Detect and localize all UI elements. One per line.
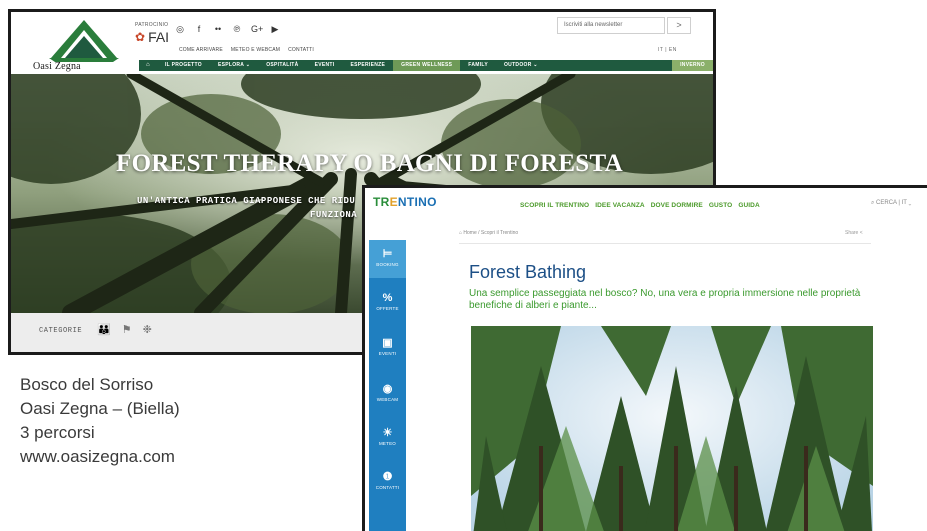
page-subtitle: Una semplice passeggiata nel bosco? No, … (469, 288, 861, 311)
trentino-logo-part2: E (389, 195, 398, 209)
bed-icon: ⊨ (382, 248, 393, 260)
trentino-screenshot: TRENTINO SCOPRI IL TRENTINO IDEE VACANZA… (362, 185, 927, 531)
patrocinio-label: PATROCINIO (135, 22, 169, 28)
caption-place: Bosco del Sorriso (20, 375, 154, 394)
youtube-icon[interactable]: ▶ (270, 24, 280, 35)
instagram-icon[interactable]: ◎ (175, 24, 185, 35)
hero-subtitle-line1: UN'ANTICA PRATICA GIAPPONESE CHE RIDU (137, 196, 356, 206)
slide-canvas: Oasi Zegna PATROCINIO ✿ FAI ◎ f •• ℗ G+ … (0, 0, 927, 531)
runner-icon[interactable]: ⚑ (122, 323, 132, 336)
weather-icon: ☀ (382, 427, 393, 439)
trentino-sidebar: ⊨ BOOKING % OFFERTE ▣ EVENTI ◉ WEBCAM ☀ … (369, 240, 406, 531)
google-plus-icon[interactable]: G+ (251, 24, 263, 35)
sidebar-label-meteo: METEO (378, 441, 396, 446)
snowflake-icon[interactable]: ❉ (143, 323, 152, 336)
fai-badge[interactable]: ✿ FAI (135, 29, 169, 45)
sidebar-item-eventi[interactable]: ▣ EVENTI (369, 337, 406, 356)
top-links: COME ARRIVARE METEO E WEBCAM CONTATTI (179, 47, 314, 53)
trentino-logo-part3: NTINO (397, 195, 437, 209)
link-contatti[interactable]: CONTATTI (288, 47, 314, 53)
trentino-main-nav: SCOPRI IL TRENTINO IDEE VACANZA DOVE DOR… (520, 202, 760, 209)
sidebar-item-meteo[interactable]: ☀ METEO (369, 427, 406, 446)
hero-subtitle-line2: FUNZIONA D (310, 210, 370, 220)
nav-gusto[interactable]: GUSTO (709, 202, 733, 209)
nav-ospitalita[interactable]: OSPITALITÀ (258, 60, 306, 71)
trentino-logo[interactable]: TRENTINO (373, 195, 437, 209)
nav-green-wellness[interactable]: GREEN WELLNESS (393, 60, 461, 71)
calendar-icon: ▣ (382, 337, 393, 349)
sidebar-label-booking: BOOKING (376, 262, 399, 267)
tree-canopy-image (471, 326, 873, 531)
categorie-label: CATEGORIE (39, 327, 83, 335)
nav-outdoor[interactable]: OUTDOOR ⌄ (496, 60, 546, 71)
nav-family[interactable]: FAMILY (460, 60, 496, 71)
location-caption: Bosco del Sorriso Oasi Zegna – (Biella) … (20, 373, 180, 469)
sidebar-label-webcam: WEBCAM (376, 397, 399, 402)
nav-home-icon[interactable]: ⌂ (139, 60, 157, 71)
link-come-arrivare[interactable]: COME ARRIVARE (179, 47, 223, 53)
sidebar-label-eventi: EVENTI (378, 351, 397, 356)
nav-scopri-trentino[interactable]: SCOPRI IL TRENTINO (520, 202, 589, 209)
newsletter-submit-button[interactable]: > (667, 17, 691, 34)
search-button[interactable]: ⌕ CERCA | IT ⌄ (871, 200, 911, 207)
breadcrumb[interactable]: ⌂ Home / Scopri il Trentino (459, 230, 518, 236)
sidebar-item-offerte[interactable]: % OFFERTE (369, 292, 406, 311)
caption-website: www.oasizegna.com (20, 447, 175, 466)
oasi-header: Oasi Zegna PATROCINIO ✿ FAI ◎ f •• ℗ G+ … (11, 12, 713, 72)
newsletter-input[interactable]: Iscriviti alla newsletter (557, 17, 665, 34)
caption-routes: 3 percorsi (20, 423, 95, 442)
fai-label: FAI (148, 29, 170, 45)
forest-photo (471, 326, 873, 531)
language-switch[interactable]: IT | EN (658, 47, 677, 53)
sidebar-label-contatti: CONTATTI (375, 485, 400, 490)
sidebar-label-offerte: OFFERTE (376, 306, 399, 311)
header-divider (459, 243, 871, 244)
link-meteo-webcam[interactable]: METEO E WEBCAM (231, 47, 280, 53)
percent-icon: % (382, 292, 393, 304)
search-label: CERCA | IT ⌄ (876, 200, 912, 206)
trentino-logo-part1: TR (373, 195, 390, 209)
sidebar-item-contatti[interactable]: ❶ CONTATTI (369, 471, 406, 490)
pinterest-icon[interactable]: ℗ (232, 24, 242, 35)
webcam-icon: ◉ (382, 383, 393, 395)
oasi-logo-text: Oasi Zegna (33, 61, 81, 72)
nav-esperienze[interactable]: ESPERIENZE (342, 60, 393, 71)
nav-eventi[interactable]: EVENTI (307, 60, 343, 71)
nav-idee-vacanza[interactable]: IDEE VACANZA (595, 202, 644, 209)
categorie-icons: 👪 ⚑ ❉ (97, 323, 152, 336)
nav-esplora[interactable]: ESPLORA ⌄ (210, 60, 258, 71)
contact-icon: ❶ (382, 471, 393, 483)
flickr-icon[interactable]: •• (213, 24, 223, 35)
nav-il-progetto[interactable]: IL PROGETTO (157, 60, 210, 71)
facebook-icon[interactable]: f (194, 24, 204, 35)
oasi-main-nav: ⌂ IL PROGETTO ESPLORA ⌄ OSPITALITÀ EVENT… (139, 60, 713, 71)
caption-region: Oasi Zegna – (Biella) (20, 399, 180, 418)
fai-flower-icon: ✿ (135, 30, 146, 44)
sidebar-item-webcam[interactable]: ◉ WEBCAM (369, 383, 406, 402)
page-title: Forest Bathing (469, 262, 587, 282)
nav-guida[interactable]: GUIDA (738, 202, 759, 209)
family-icon[interactable]: 👪 (97, 323, 111, 336)
sidebar-item-booking[interactable]: ⊨ BOOKING (369, 240, 406, 278)
share-button[interactable]: Share < (845, 230, 863, 236)
nav-inverno[interactable]: INVERNO (672, 60, 713, 71)
social-icons: ◎ f •• ℗ G+ ▶ (175, 24, 280, 35)
nav-dove-dormire[interactable]: DOVE DORMIRE (651, 202, 703, 209)
hero-title: FOREST THERAPY O BAGNI DI FORESTA (116, 150, 623, 177)
